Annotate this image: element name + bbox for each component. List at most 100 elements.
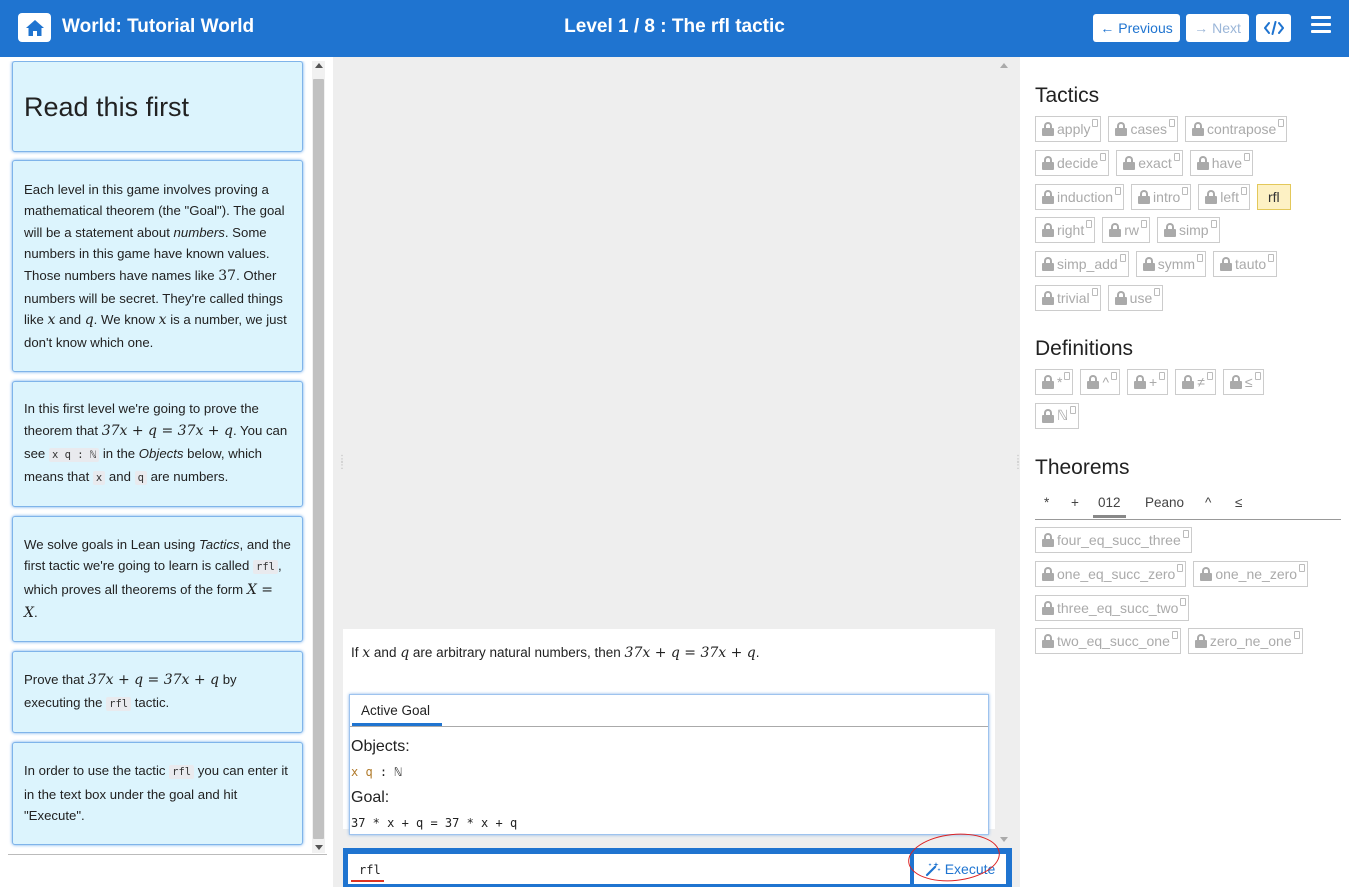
lock-icon (1042, 408, 1054, 423)
intro-card-3: We solve goals in Lean using Tactics, an… (12, 516, 303, 642)
chip-four_eq_succ_three[interactable]: four_eq_succ_three (1035, 527, 1192, 553)
chip-induction[interactable]: induction (1035, 183, 1125, 210)
chip-zero_ne_one[interactable]: zero_ne_one (1187, 628, 1303, 655)
menu-button[interactable] (1311, 16, 1331, 38)
intro-scrollbar[interactable] (312, 61, 325, 853)
chip-row: ℕ (1035, 402, 1080, 429)
chip-[interactable]: ≠ (1175, 369, 1216, 395)
next-label: Next (1212, 20, 1241, 36)
lock-icon (1229, 375, 1242, 389)
chip-contrapose[interactable]: contrapose (1185, 116, 1288, 142)
chip-label: ℕ (1057, 407, 1069, 424)
document-icon (1299, 563, 1306, 572)
chip-left[interactable]: left (1198, 183, 1250, 210)
lock-icon (1042, 566, 1054, 581)
theorem-tab[interactable]: 012 (1093, 495, 1126, 518)
chip-have[interactable]: have (1189, 149, 1254, 176)
chip-one_ne_zero[interactable]: one_ne_zero (1193, 560, 1309, 587)
chip-rfl[interactable]: rfl (1256, 183, 1291, 210)
scroll-down-icon[interactable] (315, 845, 323, 850)
resize-handle-icon[interactable]: ⋮ ⋮ (1013, 455, 1023, 471)
math-var: q (400, 645, 410, 661)
goal-expression[interactable]: 37 * x + q = 37 * x + q (351, 816, 517, 830)
tactics-heading: Tactics (1035, 84, 1100, 107)
chip-use[interactable]: use (1107, 285, 1164, 311)
command-input[interactable]: rfl (348, 854, 910, 884)
scroll-up-icon[interactable] (1000, 63, 1008, 68)
scroll-up-icon[interactable] (315, 63, 323, 68)
document-icon (1115, 186, 1122, 195)
chip-right[interactable]: right (1035, 217, 1096, 244)
goal-label: Goal: (351, 789, 390, 806)
lock-icon (1109, 223, 1122, 238)
chip-one_eq_succ_zero[interactable]: one_eq_succ_zero (1035, 560, 1187, 587)
next-button[interactable]: → Next (1186, 14, 1249, 42)
previous-button[interactable]: ← Previous (1093, 14, 1180, 42)
chip-row: two_eq_succ_one zero_ne_one (1035, 628, 1303, 655)
inline-code: rfl (253, 560, 278, 575)
chip-cases[interactable]: cases (1108, 116, 1179, 142)
intro-text: and (105, 469, 135, 485)
code-view-button[interactable] (1256, 14, 1291, 42)
document-icon (1154, 288, 1161, 296)
document-icon (1091, 288, 1098, 296)
chip-label: ≤ (1244, 374, 1253, 390)
chip-tauto[interactable]: tauto (1213, 251, 1278, 278)
chip-[interactable]: * (1035, 369, 1074, 395)
chip-[interactable]: ^ (1080, 369, 1121, 395)
chip-two_eq_succ_one[interactable]: two_eq_succ_one (1035, 628, 1181, 655)
lock-icon (1115, 122, 1128, 136)
scroll-down-icon[interactable] (1000, 837, 1008, 842)
lock-icon (1042, 122, 1054, 136)
theorem-tab[interactable]: + (1071, 495, 1079, 510)
chip-row: * ^ + ≠ ≤ (1035, 369, 1264, 395)
chip-label: induction (1057, 188, 1114, 205)
scrollbar-thumb[interactable] (313, 79, 324, 839)
chip-[interactable]: ℕ (1035, 402, 1080, 429)
chip-simp[interactable]: simp (1157, 217, 1220, 244)
chip-three_eq_succ_two[interactable]: three_eq_succ_two (1035, 594, 1190, 621)
lock-icon (1220, 257, 1233, 272)
document-icon (1111, 372, 1118, 380)
theorem-tab[interactable]: * (1044, 495, 1049, 510)
intro-scroll[interactable]: Read this first Each level in this game … (6, 61, 308, 853)
chip-[interactable]: ≤ (1222, 369, 1264, 395)
chip-[interactable]: + (1127, 369, 1169, 395)
chip-label: simp_add (1057, 256, 1118, 273)
objects-type: : ℕ (372, 765, 402, 779)
chip-label: two_eq_succ_one (1057, 633, 1170, 650)
chip-rw[interactable]: rw (1102, 217, 1151, 244)
chip-label: contrapose (1207, 121, 1277, 137)
magic-wand-icon (925, 862, 941, 877)
document-icon (1293, 631, 1300, 640)
lock-icon (1134, 375, 1147, 389)
intro-card-5: In order to use the tactic rfl you can e… (12, 742, 303, 845)
chip-label: three_eq_succ_two (1057, 599, 1179, 616)
document-icon (1244, 152, 1251, 161)
tab-active-goal[interactable]: Active Goal (352, 697, 442, 726)
inline-code: rfl (106, 696, 132, 711)
objects-hypothesis: x q : ℕ (351, 765, 402, 779)
document-icon (1210, 220, 1217, 229)
chip-label: left (1220, 188, 1239, 205)
divider (350, 726, 988, 727)
math-var: x (362, 645, 371, 661)
theorem-tab[interactable]: ≤ (1235, 495, 1242, 510)
chip-trivial[interactable]: trivial (1035, 285, 1101, 311)
resize-handle-icon[interactable]: ⋮ ⋮ (337, 455, 347, 487)
chip-apply[interactable]: apply (1035, 116, 1102, 142)
objects-vars[interactable]: x q (351, 765, 373, 779)
chip-exact[interactable]: exact (1116, 149, 1183, 176)
code-icon (1263, 21, 1284, 35)
top-bar: World: Tutorial World Level 1 / 8 : The … (0, 0, 1349, 57)
chip-intro[interactable]: intro (1131, 183, 1192, 210)
home-button[interactable] (18, 13, 51, 42)
command-bar: rfl Execute (343, 829, 1012, 887)
chip-symm[interactable]: symm (1135, 251, 1207, 278)
chip-label: one_eq_succ_zero (1057, 565, 1176, 582)
theorem-tab[interactable]: ^ (1205, 495, 1211, 510)
chip-decide[interactable]: decide (1035, 149, 1110, 176)
theorem-tab[interactable]: Peano (1145, 495, 1184, 510)
execute-button[interactable]: Execute (905, 829, 1006, 886)
chip-simp_add[interactable]: simp_add (1035, 251, 1129, 278)
